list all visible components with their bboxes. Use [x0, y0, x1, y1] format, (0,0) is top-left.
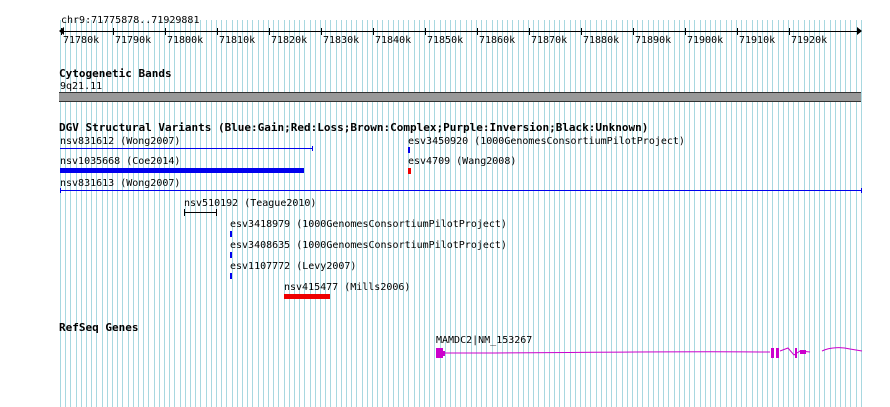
ruler-tick-label: 71810k	[219, 35, 256, 46]
feature-label-nsv415477: nsv415477 (Mills2006)	[284, 282, 411, 293]
ruler-tick	[633, 28, 634, 35]
ruler-tick	[61, 28, 62, 35]
ruler-tick-label: 71850k	[427, 35, 464, 46]
feature-label-esv4709: esv4709 (Wang2008)	[408, 156, 517, 167]
feature-bar-esv1107772[interactable]	[230, 273, 232, 279]
feature-label-nsv1035668: nsv1035668 (Coe2014)	[60, 156, 181, 167]
ruler-tick-label: 71910k	[739, 35, 776, 46]
cytoband-bar[interactable]	[59, 92, 861, 102]
feature-bar-esv3418979[interactable]	[230, 231, 232, 237]
ruler-tick	[685, 28, 686, 35]
ruler-tick	[425, 28, 426, 35]
ruler-tick	[373, 28, 374, 35]
feature-bar-nsv831612[interactable]	[60, 148, 313, 149]
refseq-track-title: RefSeq Genes	[59, 321, 139, 334]
feature-bar-esv4709[interactable]	[408, 168, 411, 174]
feature-bar-nsv510192[interactable]	[184, 212, 217, 213]
ruler-tick	[581, 28, 582, 35]
ruler-tick-label: 71780k	[63, 35, 100, 46]
ruler-tick-label: 71890k	[635, 35, 672, 46]
dgv-track-title: DGV Structural Variants (Blue:Gain;Red:L…	[59, 121, 649, 134]
coordinates-label: chr9:71775878..71929881	[61, 15, 200, 26]
feature-start-nsv510192	[184, 209, 185, 216]
ruler-tick	[529, 28, 530, 35]
feature-label-nsv831612: nsv831612 (Wong2007)	[60, 136, 181, 147]
cytoband-label: 9q21.11	[60, 81, 103, 92]
ruler-tick-label: 71800k	[167, 35, 204, 46]
feature-bar-nsv415477[interactable]	[284, 294, 330, 299]
ruler-tick-label: 71870k	[531, 35, 568, 46]
feature-bar-esv3408635[interactable]	[230, 252, 232, 258]
ruler-tick-label: 71840k	[375, 35, 412, 46]
ruler-tick-label: 71790k	[115, 35, 152, 46]
ruler-tick-label: 71820k	[271, 35, 308, 46]
ruler-tick	[217, 28, 218, 35]
gene-model-MAMDC2[interactable]	[430, 340, 864, 364]
feature-label-nsv831613: nsv831613 (Wong2007)	[60, 178, 181, 189]
feature-end-nsv831612	[312, 146, 313, 151]
feature-bar-esv3450920[interactable]	[408, 147, 410, 153]
feature-label-esv1107772: esv1107772 (Levy2007)	[230, 261, 357, 272]
cytoband-track-title: Cytogenetic Bands	[59, 67, 172, 80]
ruler-tick	[165, 28, 166, 35]
feature-label-esv3450920: esv3450920 (1000GenomesConsortiumPilotPr…	[408, 136, 685, 147]
ruler-axis	[60, 31, 861, 32]
feature-label-nsv510192: nsv510192 (Teague2010)	[184, 198, 317, 209]
ruler-tick-label: 71920k	[791, 35, 828, 46]
ruler-tick-label: 71900k	[687, 35, 724, 46]
ruler-tick	[113, 28, 114, 35]
ruler-tick-label: 71830k	[323, 35, 360, 46]
feature-label-esv3408635: esv3408635 (1000GenomesConsortiumPilotPr…	[230, 240, 507, 251]
ruler-right-arrow-icon	[857, 27, 862, 35]
feature-label-esv3418979: esv3418979 (1000GenomesConsortiumPilotPr…	[230, 219, 507, 230]
feature-end-nsv510192	[216, 209, 217, 216]
ruler-tick	[269, 28, 270, 35]
ruler-tick	[477, 28, 478, 35]
ruler-tick-label: 71860k	[479, 35, 516, 46]
feature-start-nsv831613	[60, 188, 61, 193]
feature-bar-nsv1035668[interactable]	[60, 168, 304, 173]
ruler-tick	[737, 28, 738, 35]
ruler-tick-label: 71880k	[583, 35, 620, 46]
ruler-tick	[789, 28, 790, 35]
genome-browser: chr9:71775878..71929881 71780k 71790k 7180…	[0, 0, 890, 407]
feature-bar-nsv831613[interactable]	[60, 190, 862, 191]
ruler-tick	[321, 28, 322, 35]
feature-end-nsv831613	[861, 188, 862, 193]
